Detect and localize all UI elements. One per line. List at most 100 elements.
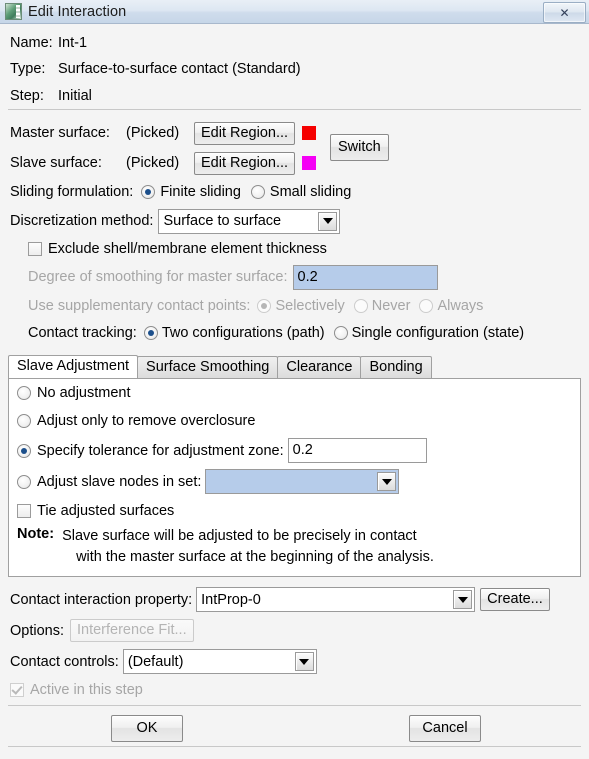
footer: OK Cancel xyxy=(0,706,589,746)
radio-specify-tolerance[interactable] xyxy=(17,443,31,458)
contact-tracking-row: Contact tracking: Two configurations (pa… xyxy=(0,319,589,347)
finite-sliding-label[interactable]: Finite sliding xyxy=(160,184,241,200)
name-label: Name: xyxy=(10,34,53,51)
chevron-down-icon[interactable] xyxy=(294,652,314,671)
remove-overclosure-label[interactable]: Adjust only to remove overclosure xyxy=(37,413,255,429)
smoothing-value-field: 0.2 xyxy=(292,264,438,290)
bottom-edge xyxy=(8,746,581,747)
type-value: Surface-to-surface contact (Standard) xyxy=(58,61,301,77)
tolerance-value: 0.2 xyxy=(292,442,313,458)
chevron-down-icon[interactable] xyxy=(453,590,473,609)
tie-adjusted-surfaces-label[interactable]: Tie adjusted surfaces xyxy=(37,503,174,519)
note-label: Note: xyxy=(17,526,55,542)
sliding-formulation-label: Sliding formulation: xyxy=(10,184,134,200)
tab-bonding[interactable]: Bonding xyxy=(360,356,432,378)
radio-adjust-slave-nodes[interactable] xyxy=(17,474,31,489)
window-titlebar: Edit Interaction ✕ xyxy=(0,0,589,24)
tab-surface-smoothing[interactable]: Surface Smoothing xyxy=(137,356,279,378)
master-surface-status: (Picked) xyxy=(126,125,180,141)
smoothing-row: Degree of smoothing for master surface: … xyxy=(0,262,589,292)
contact-property-value: IntProp-0 xyxy=(201,591,261,608)
abaqus-icon xyxy=(5,3,22,20)
adjust-nodes-row[interactable]: Adjust slave nodes in set: xyxy=(9,466,580,497)
radio-always xyxy=(419,298,434,313)
no-adjustment-row[interactable]: No adjustment xyxy=(9,379,580,407)
radio-two-configurations[interactable] xyxy=(143,326,158,340)
close-icon[interactable]: ✕ xyxy=(543,2,586,23)
contact-tracking-label: Contact tracking: xyxy=(28,325,137,341)
always-label: Always xyxy=(437,297,484,314)
name-value: Int-1 xyxy=(58,34,88,51)
smoothing-value: 0.2 xyxy=(297,268,318,285)
tab-strip: Slave Adjustment Surface Smoothing Clear… xyxy=(0,353,589,378)
discretization-method-value: Surface to surface xyxy=(163,213,282,229)
contact-controls-select[interactable]: (Default) xyxy=(122,649,317,674)
switch-button[interactable]: Switch xyxy=(330,134,389,161)
small-sliding-label[interactable]: Small sliding xyxy=(270,184,351,200)
chevron-down-icon[interactable] xyxy=(318,211,338,231)
radio-no-adjustment[interactable] xyxy=(17,386,31,400)
note-block: Note: Slave surface will be adjusted to … xyxy=(9,524,580,576)
adjust-slave-nodes-label[interactable]: Adjust slave nodes in set: xyxy=(37,474,201,490)
step-label: Step: xyxy=(10,88,44,104)
slave-surface-label: Slave surface: xyxy=(10,155,102,171)
create-property-button[interactable]: Create... xyxy=(480,588,550,611)
contact-property-select[interactable]: IntProp-0 xyxy=(196,587,476,612)
name-row: Name: Int-1 xyxy=(10,30,589,55)
no-adjustment-label[interactable]: No adjustment xyxy=(37,385,131,401)
single-configuration-label[interactable]: Single configuration (state) xyxy=(352,325,525,341)
slave-color-swatch xyxy=(302,156,317,170)
radio-single-configuration[interactable] xyxy=(333,326,348,340)
tie-surfaces-row[interactable]: Tie adjusted surfaces xyxy=(9,497,580,524)
slave-adjustment-panel: No adjustment Adjust only to remove over… xyxy=(8,378,581,577)
slave-surface-row: Slave surface: (Picked) Edit Region... xyxy=(10,148,589,178)
radio-remove-overclosure[interactable] xyxy=(17,414,31,428)
contact-controls-row: Contact controls: (Default) xyxy=(10,646,589,677)
radio-never xyxy=(353,298,368,313)
specify-tolerance-label[interactable]: Specify tolerance for adjustment zone: xyxy=(37,443,284,459)
checkbox-tie-adjusted-surfaces[interactable] xyxy=(17,503,31,518)
cancel-button[interactable]: Cancel xyxy=(409,715,481,742)
discretization-row: Discretization method: Surface to surfac… xyxy=(0,206,589,236)
slave-edit-region-button[interactable]: Edit Region... xyxy=(194,151,296,175)
smoothing-label: Degree of smoothing for master surface: xyxy=(28,269,288,285)
supplementary-points-row: Use supplementary contact points: Select… xyxy=(0,292,589,319)
exclude-thickness-row[interactable]: Exclude shell/membrane element thickness xyxy=(0,236,589,262)
master-edit-region-button[interactable]: Edit Region... xyxy=(194,121,296,145)
tolerance-input[interactable]: 0.2 xyxy=(287,438,427,463)
master-surface-row: Master surface: (Picked) Edit Region... xyxy=(10,118,589,148)
radio-finite-sliding[interactable] xyxy=(141,185,156,199)
node-set-select xyxy=(205,469,400,494)
radio-small-sliding[interactable] xyxy=(250,185,265,199)
contact-controls-label: Contact controls: xyxy=(10,653,119,670)
exclude-thickness-label[interactable]: Exclude shell/membrane element thickness xyxy=(48,241,327,257)
type-row: Type: Surface-to-surface contact (Standa… xyxy=(10,55,589,83)
slave-surface-status: (Picked) xyxy=(126,155,180,171)
tab-clearance[interactable]: Clearance xyxy=(277,356,362,378)
remove-overclosure-row[interactable]: Adjust only to remove overclosure xyxy=(9,407,580,435)
type-label: Type: xyxy=(10,61,46,77)
never-label: Never xyxy=(371,297,411,314)
checkbox-exclude-thickness[interactable] xyxy=(28,242,42,256)
two-configurations-label[interactable]: Two configurations (path) xyxy=(162,325,325,341)
master-surface-label: Master surface: xyxy=(10,125,110,141)
step-row: Step: Initial xyxy=(10,83,589,109)
checkbox-active-in-step xyxy=(10,683,24,697)
discretization-method-select[interactable]: Surface to surface xyxy=(158,208,341,234)
contact-property-row: Contact interaction property: IntProp-0 … xyxy=(10,584,589,615)
sliding-formulation-row: Sliding formulation: Finite sliding Smal… xyxy=(0,178,589,206)
options-row: Options: Interference Fit... xyxy=(10,615,589,646)
master-color-swatch xyxy=(302,126,317,140)
specify-tolerance-row[interactable]: Specify tolerance for adjustment zone: 0… xyxy=(9,435,580,466)
note-line-1: Slave surface will be adjusted to be pre… xyxy=(62,528,417,544)
interference-fit-button: Interference Fit... xyxy=(70,619,194,642)
tab-slave-adjustment[interactable]: Slave Adjustment xyxy=(8,355,139,378)
ok-button[interactable]: OK xyxy=(111,715,183,742)
contact-property-label: Contact interaction property: xyxy=(10,591,193,608)
chevron-down-icon xyxy=(377,472,397,491)
active-in-step-label: Active in this step xyxy=(30,682,143,698)
contact-controls-value: (Default) xyxy=(127,653,184,670)
note-line-2: with the master surface at the beginning… xyxy=(76,549,434,565)
active-step-row: Active in this step xyxy=(10,677,589,703)
selectively-label: Selectively xyxy=(275,297,345,314)
